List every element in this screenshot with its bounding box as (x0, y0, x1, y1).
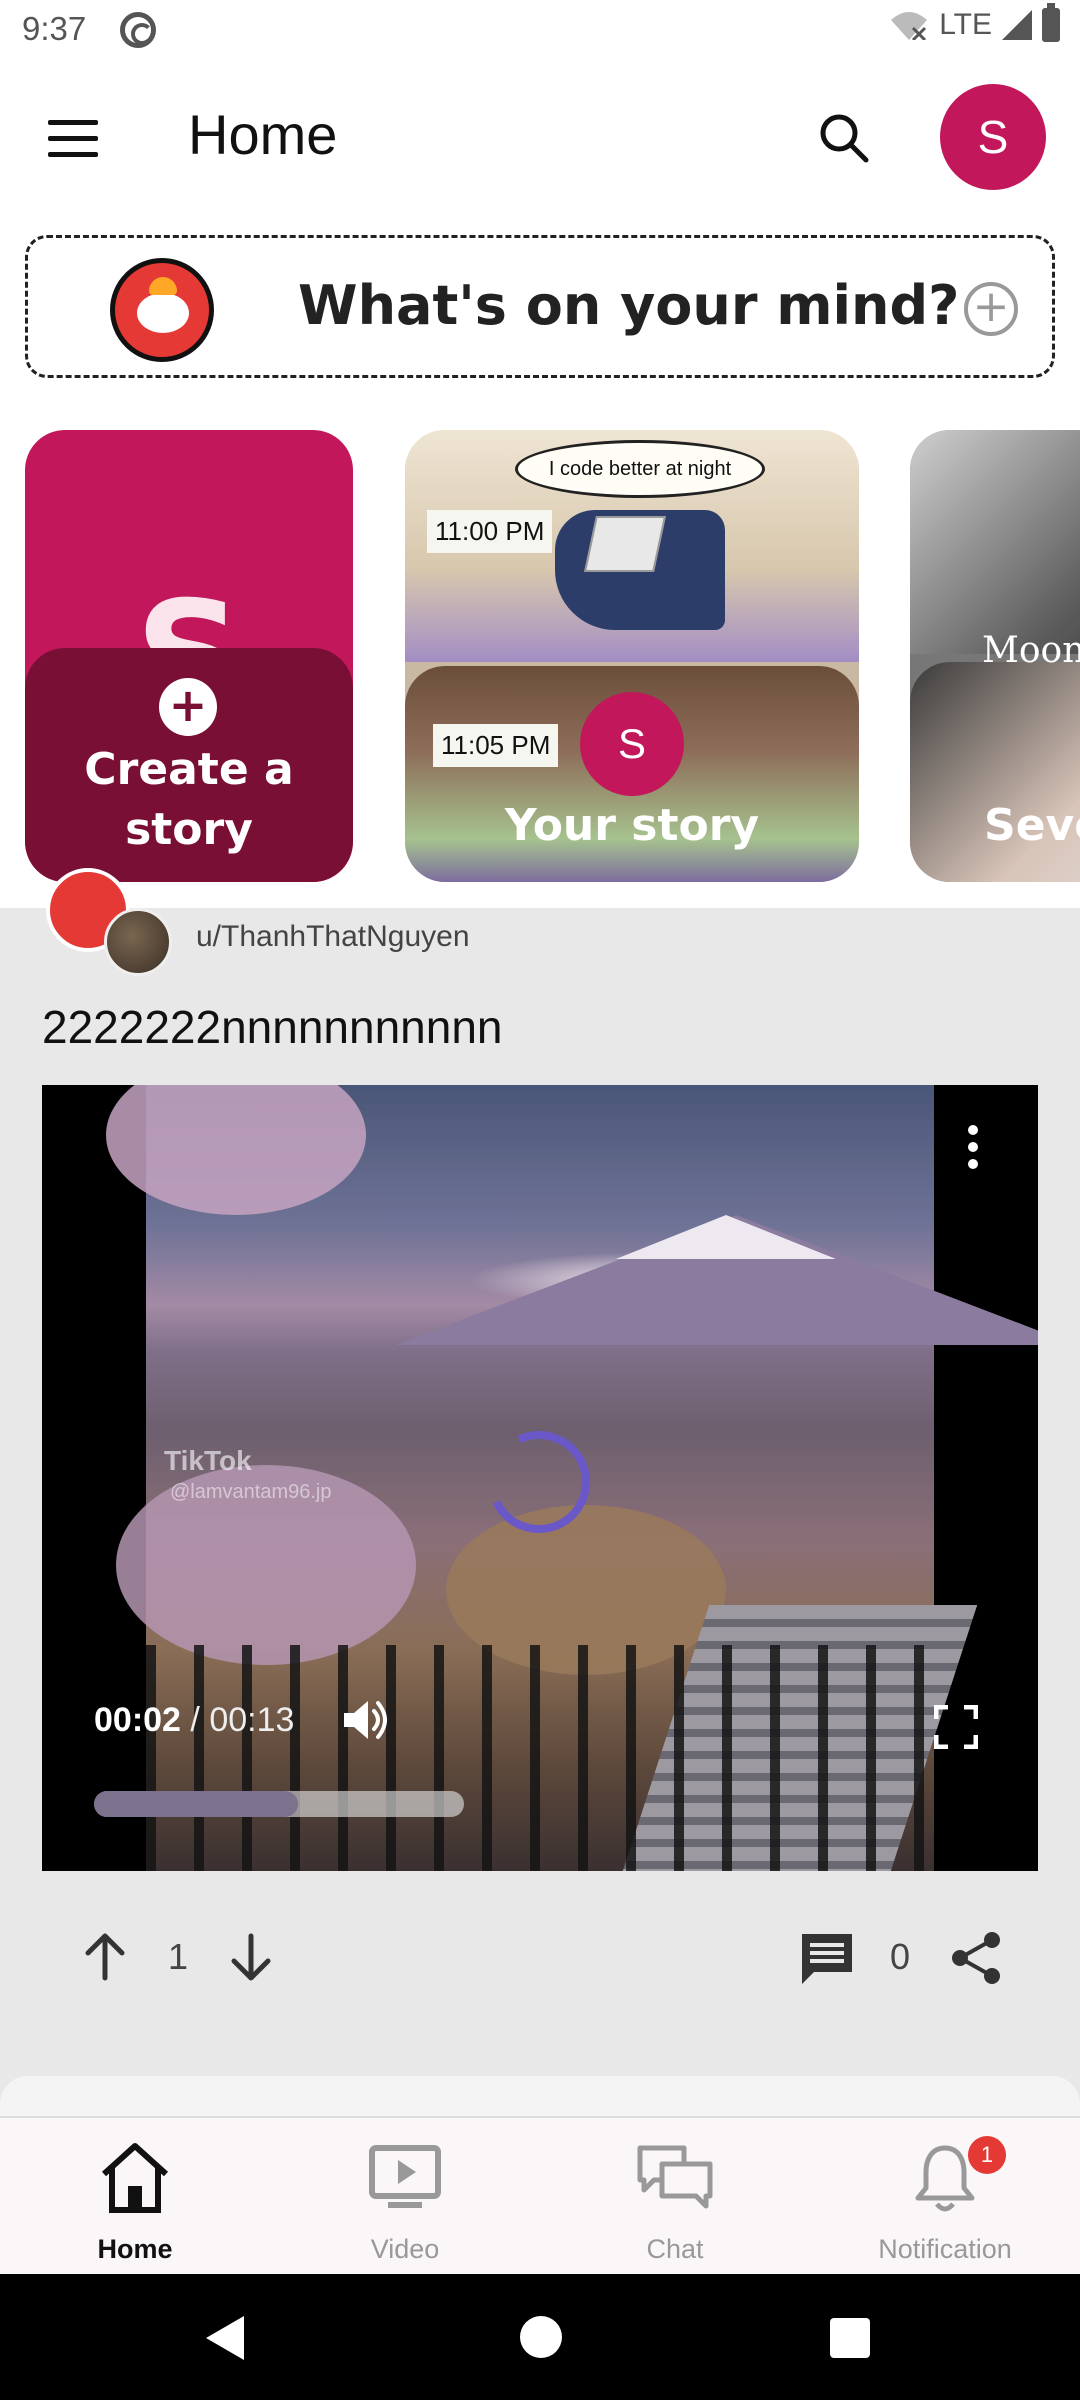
composer-prompt: What's on your mind? (298, 274, 960, 337)
video-railing (146, 1645, 934, 1871)
video-blossom (106, 1085, 366, 1215)
fullscreen-icon[interactable] (934, 1705, 978, 1749)
volume-icon[interactable] (338, 1693, 392, 1747)
comment-icon[interactable] (798, 1930, 856, 1988)
post-author[interactable]: u/ThanhThatNguyen (196, 920, 470, 954)
story-image-top: I code better at night 11:00 PM (405, 430, 859, 662)
post-card: u/ThanhThatNguyen 2222222nnnnnnnnnnn Tik… (0, 868, 1080, 2056)
nav-notification[interactable]: 1 Notification (810, 2118, 1080, 2276)
search-icon[interactable] (816, 110, 872, 166)
sync-icon (120, 12, 156, 48)
story-overlay-text: Moon (982, 630, 1080, 671)
status-bar: 9:37 LTE (0, 0, 1080, 62)
stories-carousel[interactable]: S + Create a story I code better at nigh… (0, 430, 1080, 885)
user-avatar[interactable] (104, 908, 172, 976)
story-image-top (910, 430, 1080, 654)
seek-bar-buffered (94, 1791, 298, 1817)
create-story-panel: + Create a story (25, 648, 353, 882)
video-player[interactable]: TikTok @lamvantam96.jp 00:02 / 00:13 (42, 1085, 1038, 1871)
time-separator: / (180, 1701, 210, 1739)
more-options-icon[interactable] (968, 1125, 980, 1173)
downvote-icon[interactable] (224, 1930, 278, 1984)
video-watermark-handle: @lamvantam96.jp (170, 1481, 332, 1503)
meme-laptop (584, 516, 666, 572)
system-navigation-bar (0, 2274, 1080, 2400)
meme-time-bottom: 11:05 PM (433, 724, 559, 767)
nav-video-label: Video (370, 2234, 440, 2264)
home-icon (101, 2143, 169, 2213)
chat-icon (637, 2145, 713, 2209)
signal-icon (1002, 10, 1032, 40)
nav-chat-label: Chat (646, 2234, 704, 2264)
duration: 00:13 (209, 1701, 295, 1739)
post-title[interactable]: 2222222nnnnnnnnnnn (42, 1000, 503, 1054)
status-time: 9:37 (22, 10, 87, 47)
app-logo-icon (110, 258, 214, 362)
battery-icon (1042, 3, 1060, 42)
post-actions: 1 0 (0, 1908, 1080, 2018)
vote-count: 1 (168, 1936, 189, 1977)
menu-icon[interactable] (48, 120, 98, 157)
app-bar: Home S (0, 62, 1080, 212)
video-snowcap (616, 1215, 836, 1259)
nav-chat[interactable]: Chat (540, 2118, 810, 2276)
current-time: 00:02 (94, 1701, 181, 1739)
video-watermark: TikTok (164, 1445, 252, 1476)
wifi-icon (891, 12, 928, 40)
feed[interactable]: u/ThanhThatNguyen 2222222nnnnnnnnnnn Tik… (0, 868, 1080, 2136)
your-story-card[interactable]: I code better at night 11:00 PM 11:05 PM… (405, 430, 859, 882)
video-icon (369, 2145, 441, 2208)
create-story-card[interactable]: S + Create a story (25, 430, 353, 882)
meme-time-top: 11:00 PM (427, 510, 553, 553)
create-story-label: Create a story (84, 744, 294, 855)
profile-avatar[interactable]: S (940, 84, 1046, 190)
nav-notification-label: Notification (878, 2234, 1012, 2264)
home-circle-icon[interactable] (520, 2316, 562, 2358)
nav-home[interactable]: Home (0, 2118, 270, 2276)
post-composer[interactable]: What's on your mind? + (25, 235, 1055, 378)
bottom-navigation: Home Video Chat 1 Notification (0, 2116, 1080, 2274)
nav-video[interactable]: Video (270, 2118, 540, 2276)
add-post-icon[interactable]: + (964, 282, 1018, 336)
video-time: 00:02 / 00:13 (94, 1701, 294, 1740)
notification-badge: 1 (968, 2136, 1006, 2174)
story-avatar: S (580, 692, 684, 796)
story-card[interactable]: Moon Seve (910, 430, 1080, 882)
upvote-icon[interactable] (78, 1930, 132, 1984)
status-icons: LTE (889, 3, 1060, 42)
your-story-label: Your story (504, 800, 760, 851)
nav-home-label: Home (97, 2234, 173, 2264)
page-title: Home (188, 103, 338, 166)
meme-caption: I code better at night (515, 440, 765, 498)
story-label: Seve (984, 800, 1080, 851)
back-icon[interactable] (206, 2316, 244, 2360)
plus-icon: + (159, 678, 217, 736)
share-icon[interactable] (948, 1930, 1004, 1986)
comment-count: 0 (890, 1936, 911, 1977)
recents-icon[interactable] (830, 2318, 870, 2358)
network-type: LTE (939, 8, 992, 41)
seek-bar[interactable] (94, 1791, 464, 1817)
